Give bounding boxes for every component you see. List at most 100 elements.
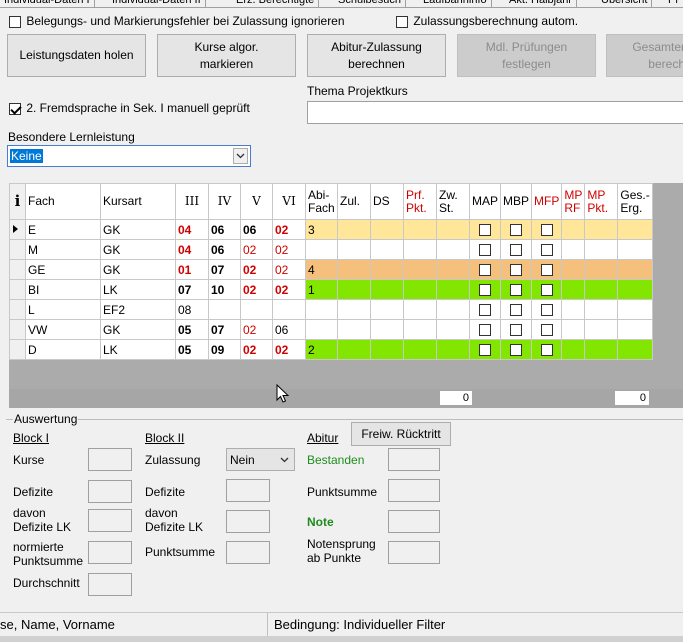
cell-mp-pkt[interactable] — [584, 339, 619, 360]
cell-prf-pkt[interactable] — [403, 319, 437, 340]
cell-kursart[interactable]: LK — [100, 279, 176, 300]
cell-v[interactable]: 02 — [240, 279, 273, 300]
row-indicator[interactable] — [9, 239, 26, 260]
col-ds[interactable]: DS — [370, 183, 404, 220]
cell-mp-rf[interactable] — [561, 239, 586, 260]
mbp-checkbox[interactable] — [510, 324, 523, 337]
cell-iii[interactable]: 08 — [175, 299, 209, 320]
map-checkbox[interactable] — [479, 284, 491, 297]
cell-mp-rf[interactable] — [561, 219, 586, 240]
mfp-checkbox[interactable] — [540, 324, 553, 337]
cell-mfp[interactable] — [531, 319, 563, 340]
gesamt-berechnen-button[interactable]: Gesamter berech — [606, 34, 683, 77]
tab-erz-berechtigte[interactable]: Erz. Berechtigte — [232, 0, 320, 7]
mfp-checkbox[interactable] — [540, 284, 553, 297]
cell-vi[interactable]: 02 — [272, 279, 306, 300]
cell-mfp[interactable] — [531, 339, 563, 360]
cell-vi[interactable]: 06 — [272, 319, 306, 340]
tab-laufbahninfo[interactable]: Laufbahninfo — [419, 0, 492, 7]
cell-ds[interactable] — [370, 239, 404, 260]
tab-individual-daten-1[interactable]: Individual-Daten I — [0, 0, 95, 7]
abitur-zulassung-button[interactable]: Abitur-Zulassung berechnen — [307, 34, 446, 77]
cell-abifach[interactable] — [305, 299, 338, 320]
col-prf-pkt[interactable]: Prf. Pkt. — [403, 183, 437, 220]
cell-fach[interactable]: D — [25, 339, 101, 360]
cell-fach[interactable]: L — [25, 299, 101, 320]
col-ges-erg[interactable]: Ges.- Erg. — [617, 183, 653, 220]
leistungsdaten-holen-button[interactable]: Leistungsdaten holen — [7, 34, 146, 77]
col-zw-st[interactable]: Zw. St. — [436, 183, 470, 220]
cell-ges-erg[interactable] — [617, 279, 653, 300]
cell-zw-st[interactable] — [436, 259, 470, 280]
cell-ds[interactable] — [370, 219, 404, 240]
table-row[interactable]: E GK 04 06 06 02 3 — [9, 219, 653, 240]
cell-iv[interactable]: 07 — [208, 259, 241, 280]
mbp-checkbox[interactable] — [510, 344, 523, 357]
table-row[interactable]: VW GK 05 07 02 06 — [9, 319, 653, 340]
info-icon[interactable]: i — [9, 183, 26, 220]
cell-map[interactable] — [468, 279, 502, 300]
cell-prf-pkt[interactable] — [403, 299, 437, 320]
auto-calc-checkbox[interactable] — [396, 15, 408, 28]
mfp-checkbox[interactable] — [540, 344, 553, 357]
row-indicator[interactable] — [9, 219, 26, 240]
cell-kursart[interactable]: EF2 — [100, 299, 176, 320]
cell-mbp[interactable] — [500, 299, 533, 320]
col-fach[interactable]: Fach — [25, 183, 101, 220]
cell-zw-st[interactable] — [436, 239, 470, 260]
cell-fach[interactable]: GE — [25, 259, 101, 280]
cell-abifach[interactable]: 2 — [305, 339, 338, 360]
cell-ds[interactable] — [370, 279, 404, 300]
col-kursart[interactable]: Kursart — [100, 183, 176, 220]
mfp-checkbox[interactable] — [540, 304, 553, 317]
mbp-checkbox[interactable] — [510, 304, 523, 317]
cell-abifach[interactable] — [305, 319, 338, 340]
cell-mbp[interactable] — [500, 279, 533, 300]
col-iv[interactable]: IV — [208, 183, 241, 220]
map-checkbox[interactable] — [479, 264, 491, 277]
cell-mp-rf[interactable] — [561, 259, 586, 280]
cell-v[interactable]: 02 — [240, 319, 273, 340]
freiw-ruecktritt-button[interactable]: Freiw. Rücktritt — [351, 422, 451, 446]
tab-individual-daten-2[interactable]: Individual-Daten II — [108, 0, 206, 7]
cell-kursart[interactable]: GK — [100, 219, 176, 240]
col-vi[interactable]: VI — [272, 183, 306, 220]
cell-prf-pkt[interactable] — [403, 339, 437, 360]
row-indicator[interactable] — [9, 319, 26, 340]
col-mp-pkt[interactable]: MP Pkt. — [584, 183, 619, 220]
row-indicator[interactable] — [9, 339, 26, 360]
cell-mp-pkt[interactable] — [584, 299, 619, 320]
col-zul[interactable]: Zul. — [337, 183, 371, 220]
row-indicator[interactable] — [9, 299, 26, 320]
cell-mp-rf[interactable] — [561, 299, 586, 320]
col-iii[interactable]: III — [175, 183, 209, 220]
cell-abifach[interactable]: 1 — [305, 279, 338, 300]
cell-zw-st[interactable] — [436, 279, 470, 300]
projektkurs-input[interactable] — [307, 101, 683, 124]
cell-kursart[interactable]: GK — [100, 259, 176, 280]
col-mfp[interactable]: MFP — [531, 183, 563, 220]
cell-vi[interactable] — [272, 299, 306, 320]
cell-zul[interactable] — [337, 219, 371, 240]
cell-prf-pkt[interactable] — [403, 279, 437, 300]
cell-mfp[interactable] — [531, 279, 563, 300]
tab-uebersicht[interactable]: Übersicht — [597, 0, 653, 7]
tab-pr[interactable]: Pr — [664, 0, 683, 7]
cell-ds[interactable] — [370, 299, 404, 320]
second-language-option[interactable]: 2. Fremdsprache in Sek. I manuell geprüf… — [9, 101, 250, 115]
lernleistung-select[interactable]: Keine — [7, 145, 251, 167]
mbp-checkbox[interactable] — [510, 224, 523, 237]
cell-ds[interactable] — [370, 339, 404, 360]
auto-calc-option[interactable]: Zulassungsberechnung autom. — [396, 14, 578, 28]
cell-iv[interactable]: 07 — [208, 319, 241, 340]
row-indicator[interactable] — [9, 259, 26, 280]
cell-zw-st[interactable] — [436, 319, 470, 340]
cell-mp-rf[interactable] — [561, 279, 586, 300]
cell-mbp[interactable] — [500, 259, 533, 280]
cell-map[interactable] — [468, 259, 502, 280]
cell-v[interactable]: 06 — [240, 219, 273, 240]
tab-schulbesuch[interactable]: Schulbesuch — [334, 0, 406, 7]
cell-ds[interactable] — [370, 259, 404, 280]
cell-mp-pkt[interactable] — [584, 279, 619, 300]
cell-mfp[interactable] — [531, 299, 563, 320]
